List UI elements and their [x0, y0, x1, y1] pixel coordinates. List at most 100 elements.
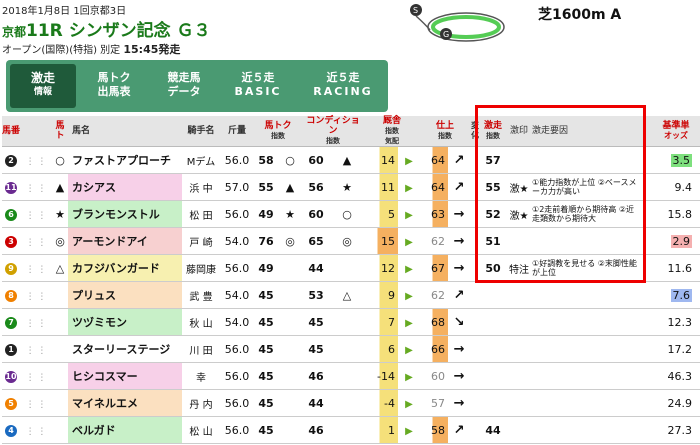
jockey-name: 藤岡康	[182, 254, 220, 282]
horse-number-badge: 7	[5, 317, 17, 329]
change-arrow-icon: →	[448, 254, 471, 282]
weight: 54.0	[220, 281, 254, 309]
tab-gekiso-info[interactable]: 激走 情報	[10, 64, 76, 108]
odds-value: 7.6	[670, 288, 693, 302]
play-icon: ▶	[398, 389, 421, 417]
gekiso-index	[480, 335, 507, 363]
gekiso-index	[480, 389, 507, 417]
col-horse-no[interactable]: 馬番	[2, 116, 20, 147]
col-base-odds[interactable]: 基準単 オッズ	[648, 116, 700, 147]
umatoku-index: 58	[254, 146, 278, 174]
spacer	[640, 281, 649, 309]
horse-name[interactable]: ヒシコスマー	[68, 362, 182, 390]
svg-text:G: G	[443, 30, 449, 39]
race-name: シンザン記念 Ｇ３	[68, 21, 211, 41]
odds-value: 11.6	[667, 261, 693, 275]
horse-number-cell: 9	[2, 254, 20, 282]
weight: 56.0	[220, 416, 254, 444]
spacer	[470, 389, 481, 417]
table-row[interactable]: 2 ⋮ ⋮ ○ ファストアプローチ Mデム 56.0 58 ○ 60 ▲ 14 ▶ 64 ↗ 57 3.5	[2, 146, 700, 174]
umatoku-index: 45	[254, 308, 278, 336]
table-row[interactable]: 3 ⋮ ⋮ ◎ アーモンドアイ戸 崎 54.0 76 ◎ 65 ◎ 15 ▶ 62 → 51 2.9	[2, 227, 700, 255]
tab-last5-basic[interactable]: 近５走 BASIC	[218, 64, 298, 108]
race-title: 京都11R シンザン記念 Ｇ３	[2, 16, 211, 41]
condition-mark: ▲	[330, 146, 365, 174]
condition-index: 65	[302, 227, 331, 255]
col-weight[interactable]: 斤量	[220, 116, 254, 147]
gekiso-mark: 激★	[506, 200, 533, 228]
col-gekiso-index[interactable]: 激走 指数	[480, 116, 507, 147]
col-stable-index[interactable]: 厩舎 指数 気配	[364, 116, 421, 147]
table-row[interactable]: 5 ⋮ ⋮ マイネルエメ丹 内 56.0 45 44 -4 ▶ 57 → 24.9	[2, 389, 700, 417]
race-number: 11R	[26, 21, 63, 41]
horse-number-cell: 1	[2, 335, 20, 363]
col-gekiso-reason[interactable]: 激走要因	[532, 116, 641, 147]
horse-name[interactable]: ブランモンストル	[68, 200, 182, 228]
drag-handle-icon: ⋮ ⋮	[20, 389, 52, 417]
horse-name[interactable]: ファストアプローチ	[68, 146, 182, 174]
play-icon: ▶	[398, 227, 421, 255]
change-arrow-icon: ↗	[448, 146, 471, 174]
table-row[interactable]: 11 ⋮ ⋮ ▲ カシアス浜 中 57.0 55 ▲ 56 ★ 11 ▶ 64 ↗ 55 激★ ①能力指数が上…	[2, 173, 700, 201]
gekiso-mark	[506, 146, 533, 174]
horse-name[interactable]: ツヅミモン	[68, 308, 182, 336]
tab-horse-data[interactable]: 競走馬 データ	[150, 64, 218, 108]
spacer	[640, 389, 649, 417]
base-odds: 11.6	[648, 254, 700, 282]
horse-name[interactable]: スターリーステージ	[68, 335, 182, 363]
table-row[interactable]: 7 ⋮ ⋮ ツヅミモン秋 山 54.0 45 45 7 ▶ 68 ↘ 12.3	[2, 308, 700, 336]
spacer	[640, 227, 649, 255]
horse-name[interactable]: アーモンドアイ	[68, 227, 182, 255]
stable-index: 5	[364, 200, 399, 228]
shiage-index: 62	[420, 227, 449, 255]
table-row[interactable]: 1 ⋮ ⋮ スターリーステージ川 田 56.0 45 45 6 ▶ 66 → 17.2	[2, 335, 700, 363]
horse-name[interactable]: カフジバンガード	[68, 254, 182, 282]
drag-handle-icon: ⋮ ⋮	[20, 254, 52, 282]
tab-umatoku-shutsuba[interactable]: 馬トク 出馬表	[80, 64, 148, 108]
col-change[interactable]: 変化	[470, 116, 481, 147]
umatoku-index: 45	[254, 389, 278, 417]
base-odds: 12.3	[648, 308, 700, 336]
table-header-row: 馬番 馬ト 馬名 騎手名 斤量 馬トク 指数 コンディション 指数 厩舎 指数 気配 仕…	[2, 116, 700, 147]
spacer	[470, 254, 481, 282]
spacer	[470, 227, 481, 255]
horse-name[interactable]: ベルガド	[68, 416, 182, 444]
table-row[interactable]: 10 ⋮ ⋮ ヒシコスマー幸 56.0 45 46 -14 ▶ 60 → 46.3	[2, 362, 700, 390]
col-condition-index[interactable]: コンディション 指数	[302, 116, 365, 147]
umatoku-index: 49	[254, 200, 278, 228]
table-row[interactable]: 4 ⋮ ⋮ ベルガド松 山 56.0 45 46 1 ▶ 58 ↗ 44 27.3	[2, 416, 700, 444]
gekiso-reason	[532, 146, 641, 174]
tab-last5-racing[interactable]: 近５走 RACING	[302, 64, 384, 108]
prediction-mark	[52, 281, 68, 309]
horse-name[interactable]: プリュス	[68, 281, 182, 309]
col-jockey[interactable]: 騎手名	[182, 116, 220, 147]
prediction-mark: ▲	[52, 173, 68, 201]
play-icon: ▶	[398, 308, 421, 336]
col-mark[interactable]: 馬ト	[52, 116, 68, 147]
condition-index: 46	[302, 416, 331, 444]
weight: 56.0	[220, 362, 254, 390]
spacer	[470, 200, 481, 228]
gekiso-mark: 特注	[506, 254, 533, 282]
play-icon: ▶	[398, 173, 421, 201]
condition-index: 56	[302, 173, 331, 201]
drag-handle-icon: ⋮ ⋮	[20, 227, 52, 255]
col-horse-name[interactable]: 馬名	[68, 116, 182, 147]
table-row[interactable]: 8 ⋮ ⋮ プリュス武 豊 54.0 45 53 △ 9 ▶ 62 ↗ 7.6	[2, 281, 700, 309]
horse-number-cell: 2	[2, 146, 20, 174]
umatoku-mark	[278, 335, 303, 363]
horse-name[interactable]: カシアス	[68, 173, 182, 201]
horse-name[interactable]: マイネルエメ	[68, 389, 182, 417]
play-icon: ▶	[398, 416, 421, 444]
col-umatoku-index[interactable]: 馬トク 指数	[254, 116, 303, 147]
prediction-mark: ○	[52, 146, 68, 174]
col-shiage-index[interactable]: 仕上 指数	[420, 116, 471, 147]
table-row[interactable]: 9 ⋮ ⋮ △ カフジバンガード 藤岡康 56.0 49 44 12 ▶ 67 → 50 特注 ①好調教を見…	[2, 254, 700, 282]
col-gekiso-mark[interactable]: 激印	[506, 116, 533, 147]
odds-value: 3.5	[670, 153, 693, 167]
gekiso-index: 55	[480, 173, 507, 201]
weight: 56.0	[220, 254, 254, 282]
condition-mark	[330, 362, 365, 390]
table-row[interactable]: 6 ⋮ ⋮ ★ ブランモンストル松 田 56.0 49 ★ 60 ○ 5 ▶ 63 → 52 激★ ①2走前着…	[2, 200, 700, 228]
drag-handle-icon: ⋮ ⋮	[20, 200, 52, 228]
